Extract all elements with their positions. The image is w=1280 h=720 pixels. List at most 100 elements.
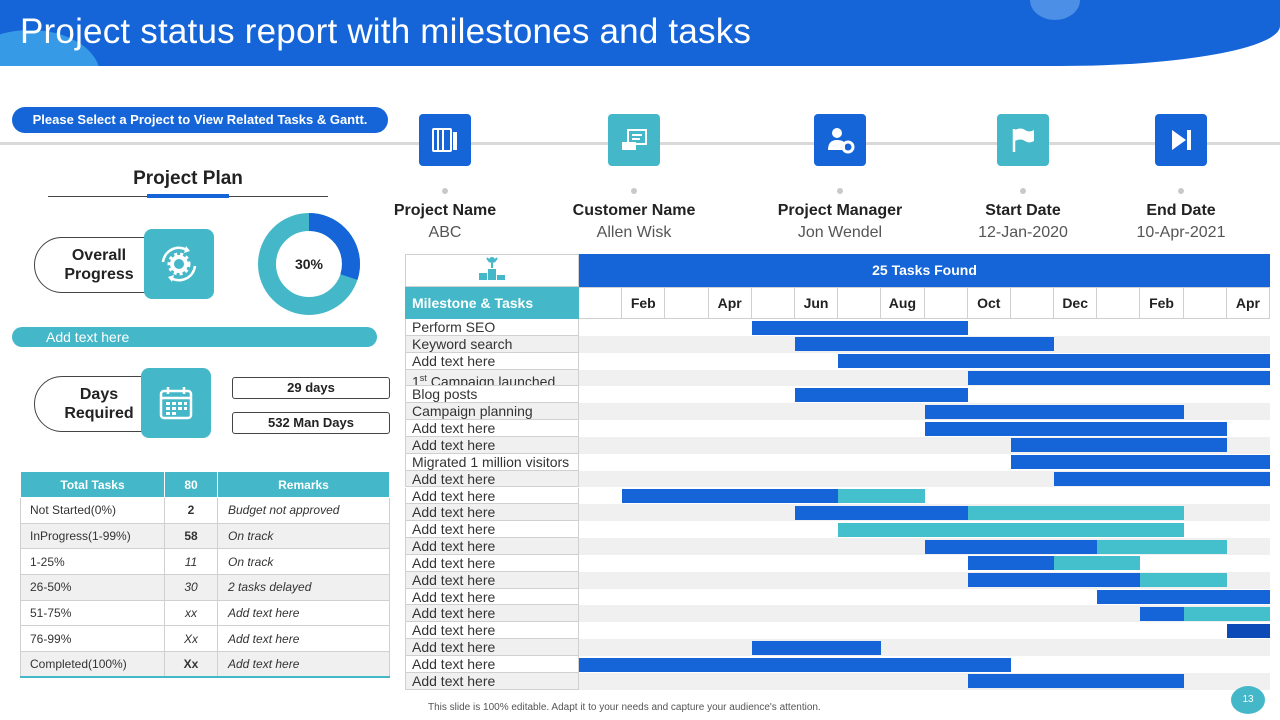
task-label: Add text here <box>405 639 579 656</box>
gantt-bar <box>924 421 1227 436</box>
gantt-bar <box>967 556 1055 571</box>
task-label: Blog posts <box>405 386 579 404</box>
timeline-dot <box>442 188 448 194</box>
status-remark: Add text here <box>217 599 390 627</box>
month-header-cell: Feb <box>622 287 666 319</box>
task-label: Add text here <box>405 571 579 589</box>
end-date-card: End Date 10-Apr-2021 <box>1101 114 1261 242</box>
add-text-bar[interactable]: Add text here <box>12 327 377 347</box>
gantt-bar <box>622 489 839 503</box>
status-label: 76-99% <box>20 625 165 653</box>
calendar-icon <box>141 368 211 438</box>
task-label: Add text here <box>405 436 579 454</box>
gantt-row-background <box>579 639 1270 656</box>
milestone-tasks-header: Milestone & Tasks <box>405 287 579 319</box>
task-label: Add text here <box>405 554 579 572</box>
gantt-bar <box>751 320 968 335</box>
start-date-label: Start Date <box>985 202 1061 219</box>
gantt-bar <box>794 337 1055 352</box>
status-remark: Add text here <box>217 625 390 653</box>
gantt-bar <box>1140 606 1184 621</box>
task-label: Add text here <box>405 538 579 555</box>
month-header-cell <box>579 287 623 319</box>
month-header-cell <box>924 287 968 319</box>
gantt-bar <box>751 640 882 655</box>
status-remark: Add text here <box>217 651 390 679</box>
page-title: Project status report with milestones an… <box>20 12 752 51</box>
table-row: Completed(100%) Xx Add text here <box>20 651 390 679</box>
refresh-gear-icon <box>144 229 214 299</box>
timeline-dot <box>631 188 637 194</box>
table-row: 51-75% xx Add text here <box>20 599 390 627</box>
manager-gear-icon <box>814 114 866 166</box>
month-header-cell <box>1097 287 1141 319</box>
task-label: Migrated 1 million visitors <box>405 453 579 471</box>
task-label: Add text here <box>405 656 579 673</box>
header-remarks: Remarks <box>217 471 390 498</box>
month-header-cell: Aug <box>881 287 925 319</box>
task-status-table: Total Tasks 80 Remarks Not Started(0%) 2… <box>20 471 390 679</box>
status-remark: On track <box>217 522 390 550</box>
gantt-bar <box>924 539 1098 554</box>
status-label: InProgress(1-99%) <box>20 522 165 550</box>
task-label: Add text here <box>405 420 579 437</box>
customer-name-value: Allen Wisk <box>596 224 672 241</box>
month-header-cell: Dec <box>1054 287 1098 319</box>
gantt-bar <box>967 371 1270 386</box>
status-count: 2 <box>164 497 218 524</box>
skip-end-icon <box>1155 114 1207 166</box>
project-name-value: ABC <box>428 224 462 241</box>
project-name-card: Project Name ABC <box>365 114 525 242</box>
status-count: xx <box>164 599 218 627</box>
gantt-bar <box>967 674 1184 689</box>
end-date-label: End Date <box>1146 202 1216 219</box>
gantt-bar <box>1226 623 1270 638</box>
gantt-bar <box>794 387 968 402</box>
gantt-bar <box>967 505 1184 520</box>
gantt-row-background <box>579 622 1270 640</box>
gantt-bar <box>794 505 968 520</box>
project-name-label: Project Name <box>393 202 497 219</box>
overall-progress-label: Overall Progress <box>64 247 134 283</box>
gantt-bar <box>838 522 1184 537</box>
days-value-box: 29 days <box>232 377 390 399</box>
document-icon <box>419 114 471 166</box>
status-count: Xx <box>164 625 218 653</box>
task-label: Add text here <box>405 588 579 606</box>
month-header-cell: Apr <box>1226 287 1270 319</box>
table-row: Not Started(0%) 2 Budget not approved <box>20 497 390 524</box>
status-label: Completed(100%) <box>20 651 165 679</box>
end-date-value: 10-Apr-2021 <box>1136 224 1226 241</box>
customer-name-label: Customer Name <box>572 202 696 219</box>
task-label: Add text here <box>405 521 579 539</box>
task-label: Add text here <box>405 605 579 623</box>
project-plan-title: Project Plan <box>133 168 243 189</box>
gantt-bar <box>967 573 1141 588</box>
task-label: Campaign planning <box>405 403 579 421</box>
title-banner: Project status report with milestones an… <box>0 0 1280 66</box>
task-label: Add text here <box>405 622 579 640</box>
month-header-cell <box>1010 287 1055 319</box>
table-row: 26-50% 30 2 tasks delayed <box>20 574 390 601</box>
customer-card-icon <box>608 114 660 166</box>
man-days-value-box: 532 Man Days <box>232 412 390 434</box>
month-header-cell <box>751 287 795 319</box>
timeline-dot <box>837 188 843 194</box>
status-label: 1-25% <box>20 548 165 576</box>
project-manager-value: Jon Wendel <box>797 224 883 241</box>
gantt-bar <box>1010 438 1227 453</box>
task-label: Add text here <box>405 352 579 370</box>
timeline-dot <box>1178 188 1184 194</box>
status-count: 58 <box>164 522 218 550</box>
task-label: Add text here <box>405 504 579 522</box>
flag-icon <box>997 114 1049 166</box>
select-project-button[interactable]: Please Select a Project to View Related … <box>12 107 388 133</box>
tasks-found-banner: 25 Tasks Found <box>579 254 1270 287</box>
month-header-cell <box>1183 287 1227 319</box>
status-remark: On track <box>217 548 390 576</box>
task-label: Keyword search <box>405 335 579 353</box>
header-total-count: 80 <box>164 471 218 498</box>
month-header-cell: Jun <box>794 287 839 319</box>
gantt-bar <box>1054 556 1141 571</box>
gantt-bar <box>579 657 1011 672</box>
